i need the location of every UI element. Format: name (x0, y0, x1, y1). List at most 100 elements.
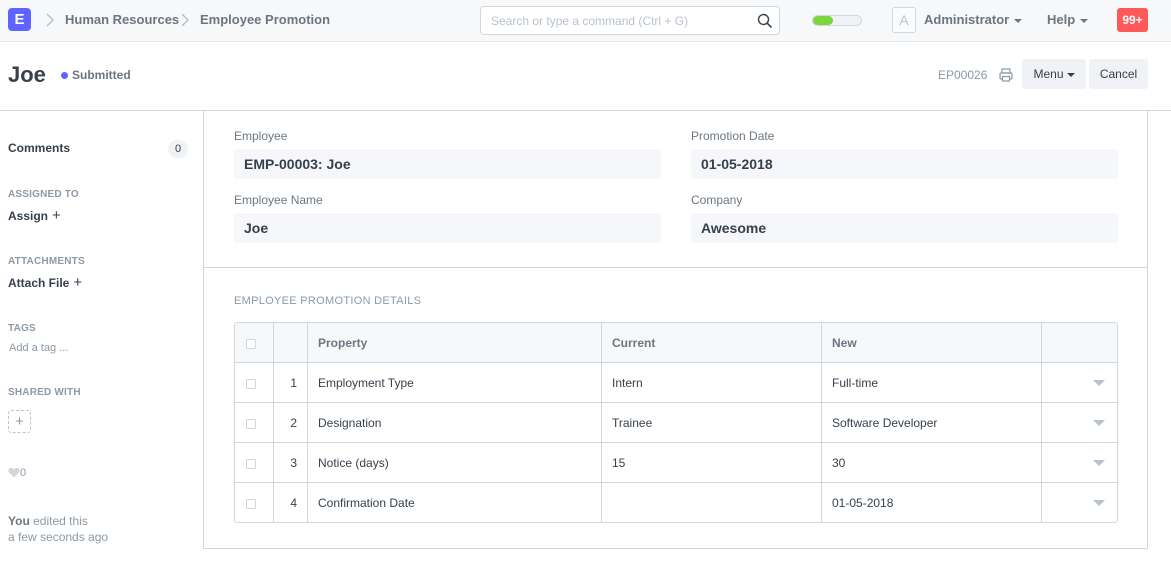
new-cell[interactable]: 30 (822, 443, 1042, 483)
comments-link[interactable]: Comments (8, 141, 70, 155)
search-input[interactable] (481, 7, 751, 34)
section-divider (204, 267, 1147, 268)
avatar[interactable]: A (892, 7, 916, 33)
add-tag-input[interactable]: Add a tag ... (9, 341, 68, 355)
shared-with-label: SHARED WITH (8, 387, 81, 398)
promotion-details-table: Property Current New 1 Employment Type I… (234, 322, 1118, 523)
edit-action-text: edited this (33, 514, 88, 528)
menu-button[interactable]: Menu (1022, 59, 1086, 89)
employee-field[interactable]: EMP-00003: Joe (234, 149, 661, 179)
property-cell[interactable]: Notice (days) (308, 443, 602, 483)
row-index: 1 (274, 363, 308, 403)
assign-button[interactable]: Assign + (8, 208, 61, 223)
document-name: EP00026 (938, 68, 988, 82)
like-button[interactable]: 0 (8, 466, 26, 480)
company-label: Company (691, 193, 743, 207)
index-header (274, 323, 308, 363)
add-share-button[interactable]: + (8, 410, 31, 433)
table-row[interactable]: 4 Confirmation Date 01-05-2018 (235, 483, 1117, 522)
help-menu[interactable]: Help (1047, 12, 1089, 28)
property-cell[interactable]: Designation (308, 403, 602, 443)
last-edit-info: You edited this a few seconds ago (8, 513, 108, 545)
like-count: 0 (20, 467, 27, 479)
edit-time: a few seconds ago (8, 530, 109, 544)
assign-label: Assign (8, 209, 49, 223)
column-header-new: New (822, 323, 1042, 363)
navbar: E Human Resources Employee Promotion A A… (0, 0, 1171, 42)
row-expand-icon[interactable] (1093, 460, 1105, 466)
row-checkbox[interactable] (246, 379, 256, 389)
tags-label: TAGS (8, 323, 36, 334)
row-expand-icon[interactable] (1093, 380, 1105, 386)
assigned-to-label: ASSIGNED TO (8, 189, 79, 200)
attachments-label: ATTACHMENTS (8, 256, 85, 267)
row-select-cell (235, 483, 274, 522)
heart-icon (8, 467, 20, 478)
row-checkbox[interactable] (246, 419, 256, 429)
section-title: EMPLOYEE PROMOTION DETAILS (234, 295, 422, 307)
select-all-cell (235, 323, 274, 363)
caret-down-icon (1014, 18, 1023, 23)
employee-name-label: Employee Name (234, 193, 323, 207)
row-index: 2 (274, 403, 308, 443)
status-badge: Submitted (72, 68, 131, 82)
current-cell[interactable]: Trainee (602, 403, 822, 443)
app-logo[interactable]: E (8, 8, 31, 31)
promotion-date-field[interactable]: 01-05-2018 (691, 149, 1118, 179)
promotion-date-label: Promotion Date (691, 129, 775, 143)
current-cell[interactable]: 15 (602, 443, 822, 483)
table-row[interactable]: 2 Designation Trainee Software Developer (235, 403, 1117, 443)
row-select-cell (235, 403, 274, 443)
company-field[interactable]: Awesome (691, 213, 1118, 243)
form-sidebar: Comments 0 ASSIGNED TO Assign + ATTACHMEN… (0, 112, 200, 564)
breadcrumb-human-resources[interactable]: Human Resources (65, 12, 179, 28)
page-head: Joe Submitted EP00026 Menu Cancel (0, 43, 1171, 111)
table-row[interactable]: 3 Notice (days) 15 30 (235, 443, 1117, 483)
page-title: Joe (8, 62, 46, 87)
row-select-cell (235, 443, 274, 483)
search-icon[interactable] (757, 13, 773, 29)
plus-icon: + (15, 413, 24, 430)
print-icon[interactable] (998, 67, 1014, 83)
current-cell[interactable] (602, 483, 822, 522)
column-header-current: Current (602, 323, 822, 363)
comments-count-badge: 0 (168, 140, 188, 158)
row-actions-cell (1042, 443, 1117, 483)
table-header-row: Property Current New (235, 323, 1117, 363)
row-checkbox[interactable] (246, 459, 256, 469)
row-index: 3 (274, 443, 308, 483)
plus-icon: + (73, 274, 83, 291)
chevron-right-icon (181, 13, 190, 27)
property-cell[interactable]: Confirmation Date (308, 483, 602, 522)
chevron-right-icon (46, 13, 55, 27)
attach-file-button[interactable]: Attach File + (8, 274, 83, 291)
current-cell[interactable]: Intern (602, 363, 822, 403)
breadcrumb-employee-promotion[interactable]: Employee Promotion (200, 12, 330, 28)
row-actions-cell (1042, 363, 1117, 403)
row-select-cell (235, 363, 274, 403)
setup-progress-bar[interactable] (812, 15, 862, 26)
row-expand-icon[interactable] (1093, 500, 1105, 506)
row-actions-cell (1042, 483, 1117, 522)
select-all-checkbox[interactable] (246, 339, 256, 349)
attach-file-label: Attach File (8, 276, 70, 290)
editor-name: You (8, 514, 30, 528)
row-checkbox[interactable] (246, 499, 256, 509)
new-cell[interactable]: Software Developer (822, 403, 1042, 443)
status-indicator-dot (61, 72, 68, 79)
property-cell[interactable]: Employment Type (308, 363, 602, 403)
new-cell[interactable]: 01-05-2018 (822, 483, 1042, 522)
employee-name-field[interactable]: Joe (234, 213, 661, 243)
form-layout: Employee EMP-00003: Joe Promotion Date 0… (203, 111, 1148, 549)
table-row[interactable]: 1 Employment Type Intern Full-time (235, 363, 1117, 403)
user-menu-label: Administrator (924, 12, 1010, 27)
caret-down-icon (1080, 18, 1089, 23)
actions-header (1042, 323, 1117, 363)
employee-label: Employee (234, 129, 288, 143)
user-menu[interactable]: Administrator (924, 12, 1023, 28)
menu-button-label: Menu (1033, 67, 1064, 81)
notifications-badge[interactable]: 99+ (1117, 8, 1148, 32)
cancel-button[interactable]: Cancel (1089, 59, 1148, 89)
row-expand-icon[interactable] (1093, 420, 1105, 426)
new-cell[interactable]: Full-time (822, 363, 1042, 403)
